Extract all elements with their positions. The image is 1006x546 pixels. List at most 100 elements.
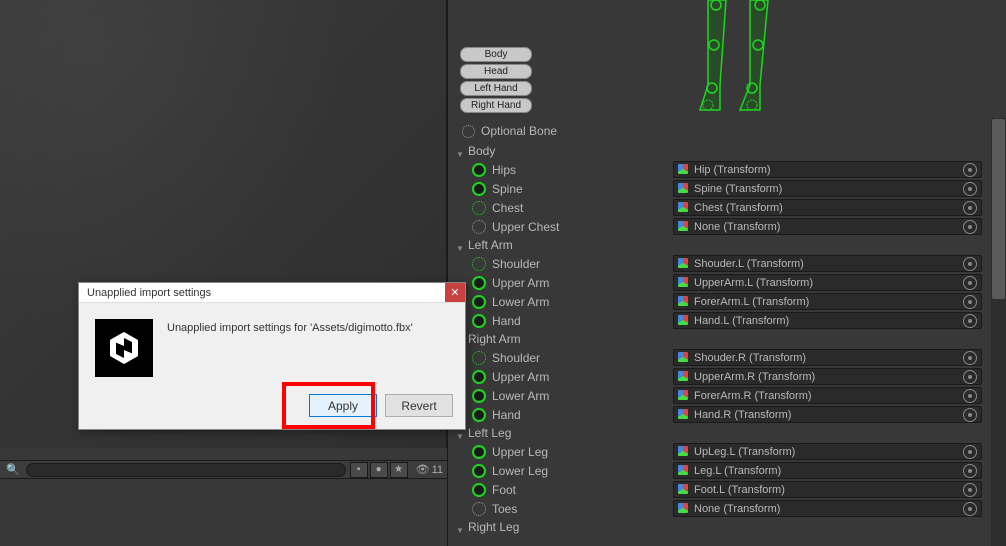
transform-field[interactable]: None (Transform)	[673, 218, 982, 235]
dialog-titlebar[interactable]: Unapplied import settings ✕	[79, 283, 465, 303]
filter-icon-2[interactable]: ●	[370, 462, 388, 478]
apply-button[interactable]: Apply	[309, 394, 377, 417]
transform-field[interactable]: Hand.R (Transform)	[673, 406, 982, 423]
project-area	[0, 478, 447, 546]
object-picker-icon[interactable]	[963, 201, 977, 215]
object-picker-icon[interactable]	[963, 502, 977, 516]
body-part-selector: Body Head Left Hand Right Hand	[460, 47, 532, 113]
dotted-circle-icon	[462, 125, 475, 138]
filter-icon-1[interactable]: ▪	[350, 462, 368, 478]
transform-field[interactable]: Shouder.L (Transform)	[673, 255, 982, 272]
bone-row-upperchest: Upper Chest None (Transform)	[448, 217, 1006, 236]
visibility-icon: 👁	[416, 463, 430, 476]
section-rightleg[interactable]: Right Leg	[448, 518, 1006, 536]
bone-indicator-icon	[472, 220, 486, 234]
transform-field[interactable]: None (Transform)	[673, 500, 982, 517]
object-picker-icon[interactable]	[963, 257, 977, 271]
bone-indicator-icon	[472, 351, 486, 365]
bone-row: Upper Arm UpperArm.R (Transform)	[448, 367, 1006, 386]
transform-field[interactable]: Shouder.R (Transform)	[673, 349, 982, 366]
bone-indicator-icon	[472, 445, 486, 459]
inspector-scrollbar[interactable]	[991, 118, 1006, 546]
object-picker-icon[interactable]	[963, 182, 977, 196]
bone-row: Hand Hand.R (Transform)	[448, 405, 1006, 424]
bone-indicator-icon	[472, 163, 486, 177]
bone-row-spine: Spine Spine (Transform)	[448, 179, 1006, 198]
bone-row: Lower Leg Leg.L (Transform)	[448, 461, 1006, 480]
scrollbar-thumb[interactable]	[992, 119, 1005, 299]
filter-icon-3[interactable]: ★	[390, 462, 408, 478]
close-icon[interactable]: ✕	[445, 283, 465, 302]
optional-bone-legend: Optional Bone	[448, 120, 1006, 142]
section-leftarm[interactable]: Left Arm	[448, 236, 1006, 254]
dialog-message: Unapplied import settings for 'Assets/di…	[167, 319, 413, 377]
bone-indicator-icon	[472, 201, 486, 215]
transform-field[interactable]: Hand.L (Transform)	[673, 312, 982, 329]
bone-list: Body Hips Hip (Transform) Spine Spine (T…	[448, 142, 1006, 536]
bone-row: Shoulder Shouder.R (Transform)	[448, 348, 1006, 367]
bone-row: Foot Foot.L (Transform)	[448, 480, 1006, 499]
transform-icon	[678, 315, 690, 327]
lefthand-button[interactable]: Left Hand	[460, 81, 532, 96]
bone-indicator-icon	[472, 483, 486, 497]
bone-row: Shoulder Shouder.L (Transform)	[448, 254, 1006, 273]
transform-icon	[678, 221, 690, 233]
object-picker-icon[interactable]	[963, 351, 977, 365]
search-input[interactable]	[26, 463, 346, 477]
bone-row: Toes None (Transform)	[448, 499, 1006, 518]
bone-row: Hand Hand.L (Transform)	[448, 311, 1006, 330]
transform-icon	[678, 371, 690, 383]
section-rightarm[interactable]: Right Arm	[448, 330, 1006, 348]
object-picker-icon[interactable]	[963, 220, 977, 234]
transform-field[interactable]: UpperArm.L (Transform)	[673, 274, 982, 291]
transform-icon	[678, 465, 690, 477]
object-picker-icon[interactable]	[963, 370, 977, 384]
transform-icon	[678, 390, 690, 402]
object-picker-icon[interactable]	[963, 464, 977, 478]
dialog-title: Unapplied import settings	[87, 287, 211, 299]
transform-icon	[678, 503, 690, 515]
transform-field[interactable]: Foot.L (Transform)	[673, 481, 982, 498]
object-picker-icon[interactable]	[963, 389, 977, 403]
transform-icon	[678, 409, 690, 421]
bone-row: Upper Leg UpLeg.L (Transform)	[448, 442, 1006, 461]
section-leftleg[interactable]: Left Leg	[448, 424, 1006, 442]
transform-field[interactable]: Chest (Transform)	[673, 199, 982, 216]
project-toolbar: 🔍 ▪ ● ★ 👁 11	[0, 460, 447, 478]
revert-button[interactable]: Revert	[385, 394, 453, 417]
object-picker-icon[interactable]	[963, 295, 977, 309]
transform-icon	[678, 277, 690, 289]
transform-field[interactable]: Spine (Transform)	[673, 180, 982, 197]
object-picker-icon[interactable]	[963, 445, 977, 459]
bone-indicator-icon	[472, 257, 486, 271]
bone-indicator-icon	[472, 408, 486, 422]
object-picker-icon[interactable]	[963, 276, 977, 290]
object-picker-icon[interactable]	[963, 314, 977, 328]
bone-indicator-icon	[472, 389, 486, 403]
bone-indicator-icon	[472, 464, 486, 478]
transform-field[interactable]: UpLeg.L (Transform)	[673, 443, 982, 460]
object-picker-icon[interactable]	[963, 163, 977, 177]
transform-field[interactable]: ForerArm.L (Transform)	[673, 293, 982, 310]
transform-field[interactable]: UpperArm.R (Transform)	[673, 368, 982, 385]
foldout-icon	[456, 240, 466, 250]
object-picker-icon[interactable]	[963, 408, 977, 422]
body-button[interactable]: Body	[460, 47, 532, 62]
transform-field[interactable]: Hip (Transform)	[673, 161, 982, 178]
transform-field[interactable]: Leg.L (Transform)	[673, 462, 982, 479]
inspector-panel: Body Head Left Hand Right Hand Optional …	[447, 0, 1006, 546]
transform-icon	[678, 352, 690, 364]
object-picker-icon[interactable]	[963, 483, 977, 497]
head-button[interactable]: Head	[460, 64, 532, 79]
transform-field[interactable]: ForerArm.R (Transform)	[673, 387, 982, 404]
transform-icon	[678, 484, 690, 496]
bone-indicator-icon	[472, 502, 486, 516]
bone-indicator-icon	[472, 370, 486, 384]
bone-row: Lower Arm ForerArm.L (Transform)	[448, 292, 1006, 311]
bone-row: Upper Arm UpperArm.L (Transform)	[448, 273, 1006, 292]
bone-indicator-icon	[472, 182, 486, 196]
bone-indicator-icon	[472, 314, 486, 328]
righthand-button[interactable]: Right Hand	[460, 98, 532, 113]
section-body[interactable]: Body	[448, 142, 1006, 160]
unapplied-settings-dialog: Unapplied import settings ✕ Unapplied im…	[78, 282, 466, 430]
